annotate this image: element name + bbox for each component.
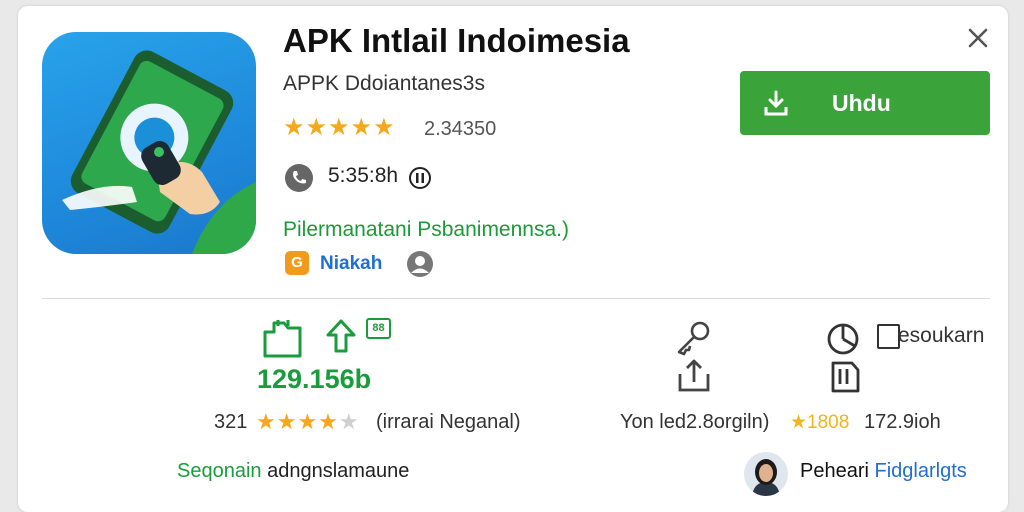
review-star-empty: ★ bbox=[338, 409, 360, 434]
bookmark-icon[interactable] bbox=[828, 360, 862, 399]
footer-right-second: Fidglarlgts bbox=[874, 460, 967, 482]
footer-left-text: Seqonain adngnslamaune bbox=[177, 460, 409, 483]
size-text: 5:35:8h bbox=[328, 164, 399, 187]
app-description: Pilermanatani Psbanimennsa.) bbox=[283, 218, 569, 241]
info-icon[interactable] bbox=[408, 166, 432, 190]
download-icon bbox=[762, 89, 790, 117]
rating-stars: ★★★★★ bbox=[283, 114, 396, 141]
user-profile-icon[interactable] bbox=[406, 250, 434, 278]
key-icon[interactable] bbox=[674, 320, 712, 361]
developer-name-link[interactable]: Niakah bbox=[320, 253, 382, 275]
footer-right-first: Peheari bbox=[800, 460, 869, 482]
phone-icon bbox=[284, 163, 314, 193]
right-info-text: Yon led2.8orgiln) bbox=[620, 411, 770, 433]
download-label: Uhdu bbox=[832, 90, 891, 116]
review-stars-filled: ★★★★ bbox=[256, 409, 339, 434]
footer-right-text[interactable]: Peheari Fidglarlgts bbox=[800, 460, 967, 483]
stat-badge: 88 bbox=[366, 318, 391, 339]
right-number: 172.9ioh bbox=[864, 411, 941, 433]
close-icon[interactable] bbox=[964, 24, 992, 52]
download-button[interactable]: Uhdu bbox=[740, 71, 990, 135]
download-count: 129.156b bbox=[257, 364, 372, 394]
developer-badge-icon: G bbox=[285, 251, 309, 275]
upload-arrow-icon bbox=[325, 318, 357, 359]
rating-value: 2.34350 bbox=[424, 118, 497, 140]
footer-left-rest: adngnslamaune bbox=[267, 460, 410, 482]
review-count: 321 bbox=[214, 411, 248, 433]
app-subtitle: APPK Ddoiantanes3s bbox=[283, 72, 485, 95]
app-icon bbox=[42, 32, 256, 254]
checkbox[interactable] bbox=[877, 324, 900, 349]
share-icon[interactable] bbox=[676, 358, 712, 399]
checkbox-label: esoukarn bbox=[898, 324, 985, 347]
avatar[interactable] bbox=[744, 452, 788, 496]
review-label: (irrarai Neganal) bbox=[376, 411, 521, 433]
section-divider bbox=[42, 298, 990, 299]
folder-icon bbox=[262, 318, 304, 365]
pie-chart-icon[interactable] bbox=[826, 322, 860, 361]
footer-left-green: Seqonain bbox=[177, 460, 262, 482]
review-stars: ★★★★★ bbox=[256, 409, 360, 435]
app-title: APK Intlail Indoimesia bbox=[283, 22, 630, 59]
right-stars: ★1808 bbox=[790, 412, 850, 433]
